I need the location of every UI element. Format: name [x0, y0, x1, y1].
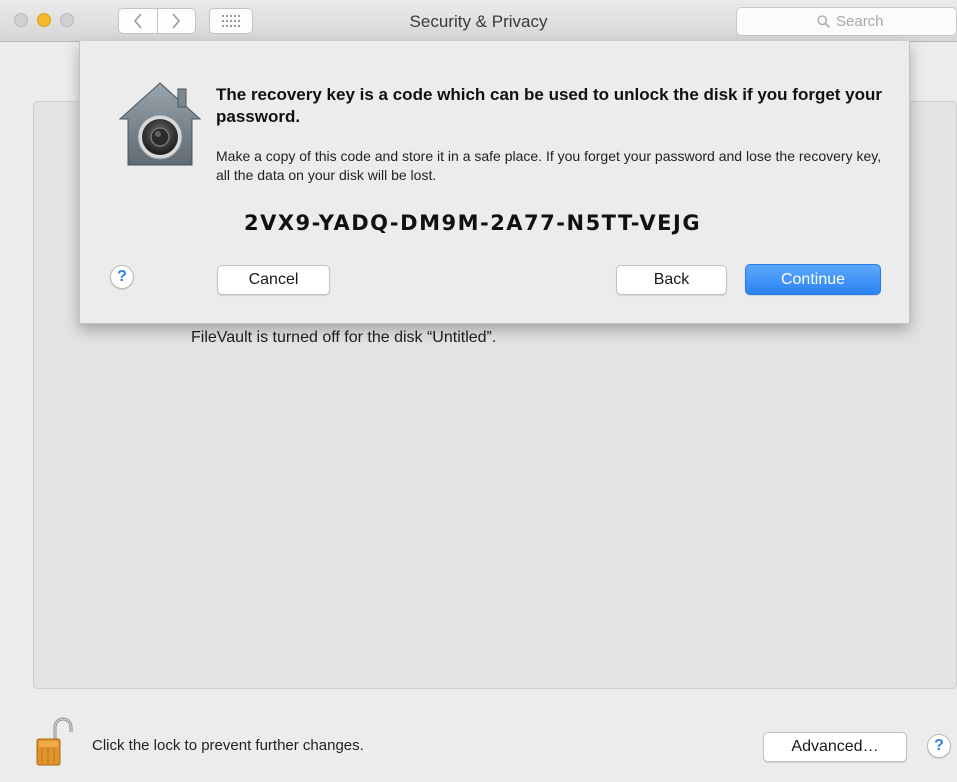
help-button[interactable]: ? — [927, 734, 951, 758]
sheet-help-button[interactable]: ? — [110, 265, 134, 289]
lock-button[interactable] — [33, 714, 81, 766]
window-titlebar: Security & Privacy Search — [0, 0, 957, 42]
sheet-heading: The recovery key is a code which can be … — [216, 85, 883, 126]
advanced-button[interactable]: Advanced… — [763, 732, 907, 762]
continue-button[interactable]: Continue — [745, 264, 881, 295]
lock-status-text: Click the lock to prevent further change… — [92, 737, 364, 754]
search-icon — [817, 15, 830, 28]
back-button[interactable]: Back — [616, 265, 727, 295]
filevault-icon — [118, 79, 202, 169]
search-placeholder: Search — [836, 13, 884, 30]
cancel-button[interactable]: Cancel — [217, 265, 330, 295]
search-field[interactable]: Search — [736, 7, 957, 36]
sheet-description: Make a copy of this code and store it in… — [216, 148, 882, 183]
recovery-key-sheet: The recovery key is a code which can be … — [79, 41, 910, 324]
filevault-status-text: FileVault is turned off for the disk “Un… — [191, 329, 497, 346]
recovery-key-code: 2VX9-YADQ-DM9M-2A77-N5TT-VEJG — [244, 211, 702, 235]
unlocked-padlock-icon — [36, 717, 73, 766]
